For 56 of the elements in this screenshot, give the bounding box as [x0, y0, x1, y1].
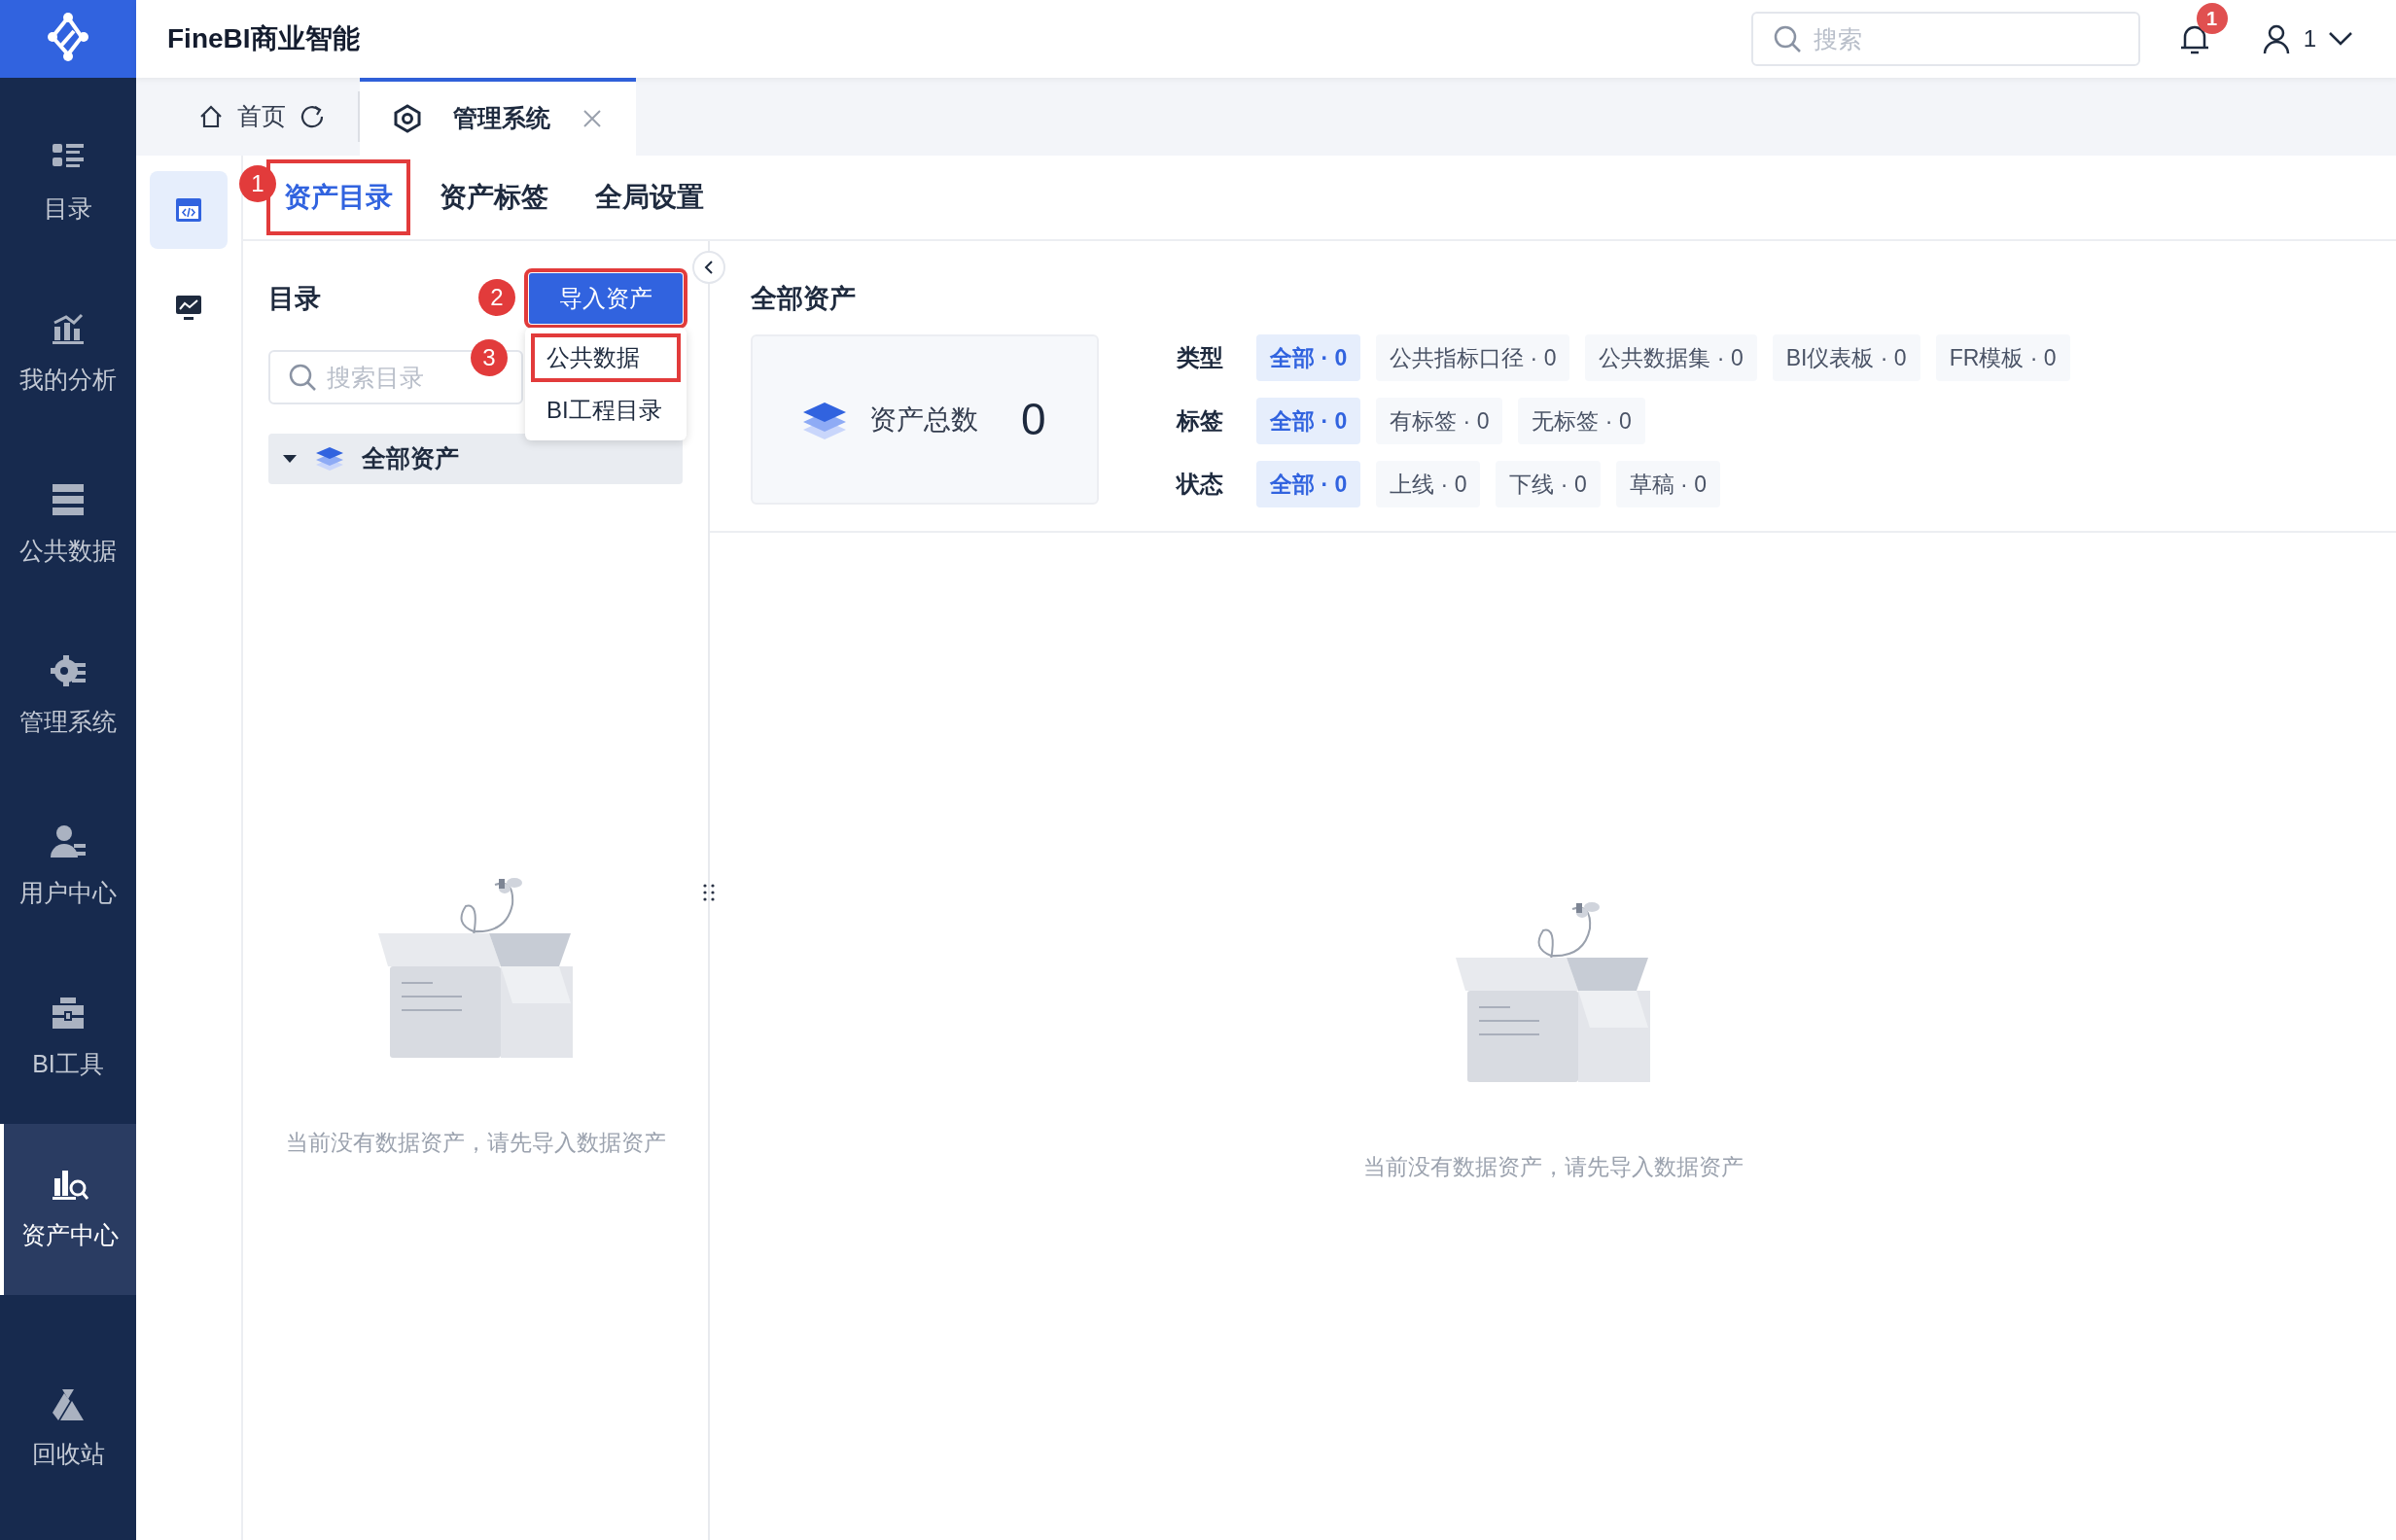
- close-icon[interactable]: [581, 108, 603, 129]
- logo-tile[interactable]: [0, 0, 136, 78]
- filter-chip[interactable]: 公共数据集 · 0: [1585, 334, 1757, 381]
- filter-chip[interactable]: 全部 · 0: [1256, 334, 1361, 381]
- menu-item[interactable]: BI工程目录: [531, 386, 681, 435]
- nav-item[interactable]: 回收站: [0, 1386, 136, 1472]
- menu-item[interactable]: 公共数据: [531, 333, 681, 382]
- chevron-down-icon[interactable]: [2328, 31, 2353, 47]
- user-name[interactable]: 1: [2303, 21, 2316, 56]
- tree-item[interactable]: 全部资产: [268, 434, 683, 484]
- nav-item[interactable]: 目录: [0, 97, 136, 268]
- filter-chip[interactable]: 全部 · 0: [1256, 461, 1361, 508]
- filter-chip[interactable]: 无标签 · 0: [1518, 398, 1645, 444]
- filter-chip[interactable]: 全部 · 0: [1256, 398, 1361, 444]
- user-icon[interactable]: [2262, 23, 2290, 54]
- callout-marker: 1: [239, 165, 276, 202]
- callout-marker: 2: [478, 279, 515, 316]
- search-icon: [288, 363, 317, 392]
- nav-item[interactable]: 我的分析: [0, 268, 136, 439]
- nav-item[interactable]: 公共数据: [0, 439, 136, 611]
- page-tab[interactable]: 管理系统: [360, 78, 636, 156]
- nav-item[interactable]: 资产中心: [0, 1124, 136, 1295]
- notification-badge: 1: [2196, 3, 2228, 34]
- section-tab[interactable]: 全局设置: [581, 163, 718, 231]
- filter-chip[interactable]: 上线 · 0: [1376, 461, 1481, 508]
- filter-chip[interactable]: 有标签 · 0: [1376, 398, 1503, 444]
- filter-chip[interactable]: 下线 · 0: [1496, 461, 1601, 508]
- filter-label: 类型: [1177, 343, 1224, 372]
- search-icon: [1772, 24, 1802, 53]
- hexagon-icon: [393, 104, 422, 133]
- callout-marker: 3: [471, 339, 508, 376]
- filter-chip[interactable]: 公共指标口径 · 0: [1376, 334, 1570, 381]
- refresh-icon[interactable]: [300, 104, 325, 129]
- home-icon: [198, 104, 224, 129]
- section-title: 全部资产: [751, 283, 857, 315]
- filter-chip[interactable]: 草稿 · 0: [1615, 461, 1720, 508]
- drag-handle-icon[interactable]: [703, 883, 715, 902]
- filter-label: 标签: [1177, 406, 1224, 436]
- search-field[interactable]: 搜索: [1750, 12, 2140, 66]
- filter-chip[interactable]: BI仪表板 · 0: [1772, 334, 1920, 381]
- nav-item[interactable]: 用户中心: [0, 782, 136, 953]
- app-title: FineBI商业智能: [167, 22, 360, 55]
- filter-label: 状态: [1177, 470, 1224, 499]
- nav-item[interactable]: BI工具: [0, 953, 136, 1124]
- empty-message: 当前没有数据资产，请先导入数据资产: [285, 1129, 666, 1157]
- collapse-button[interactable]: [692, 251, 725, 284]
- filter-chip[interactable]: FR模板 · 0: [1935, 334, 2070, 381]
- empty-message: 当前没有数据资产，请先导入数据资产: [1362, 1153, 1744, 1181]
- total-label: 资产总数: [869, 402, 978, 437]
- chevron-left-icon: [703, 260, 715, 275]
- panel-title: 目录: [268, 282, 321, 315]
- layers-icon: [315, 445, 344, 472]
- page-tab[interactable]: 首页: [165, 78, 358, 156]
- nav-item[interactable]: 管理系统: [0, 611, 136, 782]
- section-tab[interactable]: 资产标签: [426, 163, 562, 231]
- total-count: 0: [1021, 393, 1046, 446]
